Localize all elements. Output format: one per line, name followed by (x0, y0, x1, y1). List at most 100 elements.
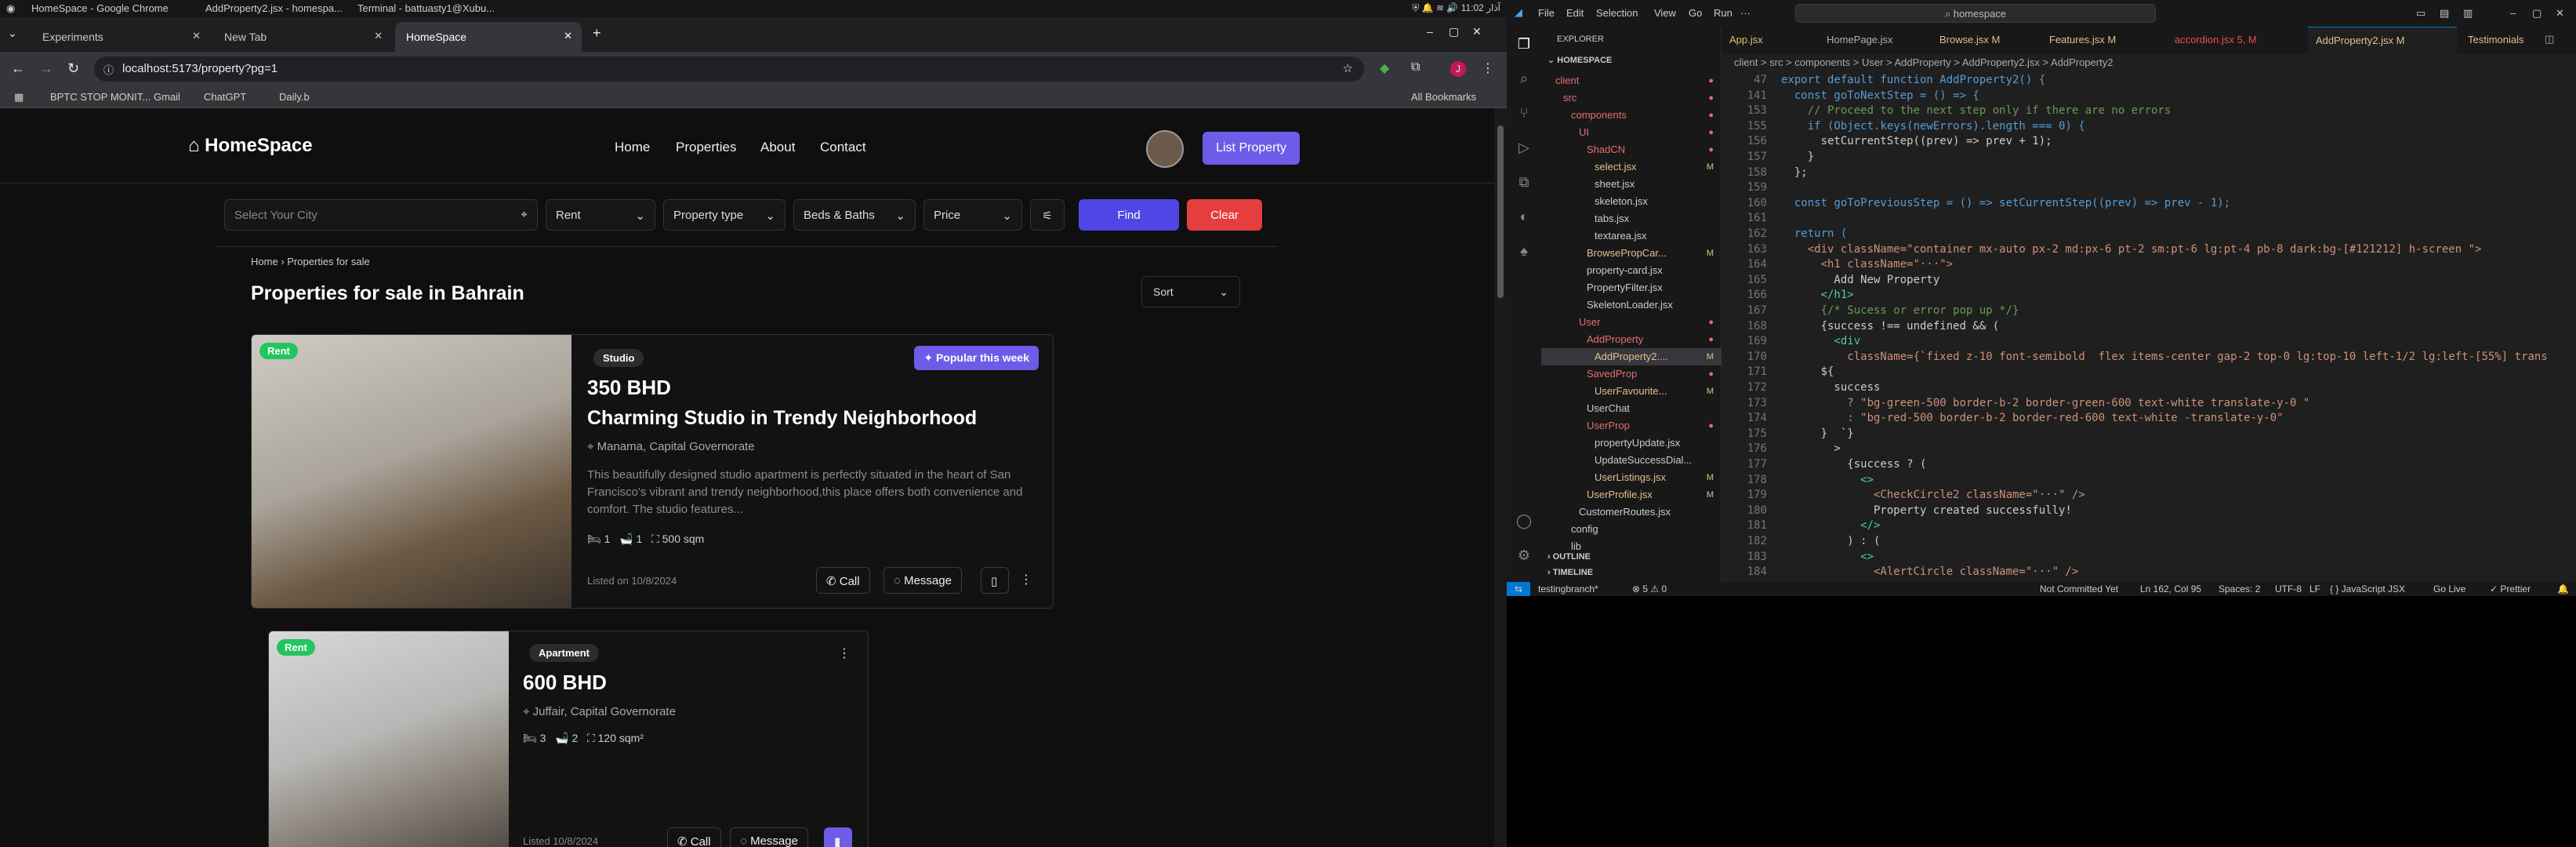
bookmark-button[interactable]: ▯ (981, 567, 1009, 594)
minimize-icon[interactable]: – (2510, 7, 2516, 19)
editor-tab[interactable]: HomePage.jsx (1819, 27, 1928, 53)
listing-title[interactable]: Charming Studio in Trendy Neighborhood (587, 407, 977, 430)
clock[interactable]: 11:02 آذار (1461, 2, 1500, 13)
layout-icon[interactable]: ▭ (2416, 7, 2425, 20)
forward-icon[interactable]: → (39, 60, 53, 77)
split-editor-icon[interactable]: ◫ (2545, 33, 2554, 45)
tree-item[interactable]: PropertyFilter.jsx (1541, 279, 1722, 296)
tab-search-icon[interactable]: ⌄ (8, 27, 17, 40)
message-button[interactable]: ◌ Message (730, 827, 808, 847)
new-tab-button[interactable]: + (593, 25, 601, 42)
run-debug-icon[interactable]: ▷ (1507, 140, 1541, 156)
tree-item[interactable]: CustomerRoutes.jsx (1541, 503, 1722, 521)
mongodb-icon[interactable]: ♠ (1507, 243, 1541, 260)
close-icon[interactable]: ✕ (374, 30, 383, 42)
profile-avatar[interactable]: J (1450, 61, 1466, 77)
close-icon[interactable]: ✕ (564, 30, 572, 42)
panel-icon[interactable]: ▤ (2440, 7, 2449, 20)
tree-item[interactable]: src ● (1541, 89, 1722, 107)
nav-properties[interactable]: Properties (676, 140, 736, 155)
command-center[interactable]: ⌕ homespace (1795, 4, 2156, 23)
tree-item[interactable]: property-card.jsx (1541, 262, 1722, 279)
tree-item[interactable]: sheet.jsx (1541, 176, 1722, 193)
call-button[interactable]: ✆ Call (816, 567, 870, 594)
cursor-position[interactable]: Ln 162, Col 95 (2140, 582, 2201, 596)
tree-item[interactable]: textarea.jsx (1541, 227, 1722, 245)
explorer-icon[interactable]: ❐ (1507, 36, 1541, 53)
kebab-menu-icon[interactable]: ⋮ (838, 645, 851, 661)
address-bar[interactable]: ⓘ localhost:5173/property?pg=1 ☆ (94, 56, 1364, 82)
maximize-icon[interactable]: ▢ (2532, 7, 2542, 20)
task-chrome[interactable]: HomeSpace - Google Chrome (31, 2, 188, 14)
menu-run[interactable]: Run (1714, 7, 1732, 19)
tree-item[interactable]: UpdateSuccessDial... (1541, 452, 1722, 469)
window-close-icon[interactable]: ✕ (1472, 25, 1482, 38)
reload-icon[interactable]: ↻ (67, 60, 79, 77)
property-card[interactable]: Rent Studio ✦ Popular this week 350 BHD … (251, 334, 1054, 609)
tree-item[interactable]: BrowsePropCar... M (1541, 245, 1722, 262)
property-type-select[interactable]: Property type ⌄ (663, 199, 785, 231)
volume-icon[interactable]: 🔊 (1446, 2, 1458, 13)
beds-baths-select[interactable]: Beds & Baths ⌄ (793, 199, 916, 231)
menu-view[interactable]: View (1654, 7, 1676, 19)
bookmark-button[interactable]: ▮ (824, 827, 852, 847)
editor-tab[interactable]: App.jsx (1722, 27, 1816, 53)
prettier[interactable]: ✓ Prettier (2490, 582, 2531, 596)
editor-tab[interactable]: Features.jsx M (2041, 27, 2164, 53)
search-icon[interactable]: ⌕ (1507, 71, 1541, 87)
nav-home[interactable]: Home (615, 140, 650, 155)
tree-item[interactable]: config (1541, 521, 1722, 538)
tree-item[interactable]: tabs.jsx (1541, 210, 1722, 227)
menu-selection[interactable]: Selection (1596, 7, 1638, 19)
find-button[interactable]: Find (1079, 199, 1179, 231)
tree-item[interactable]: SkeletonLoader.jsx (1541, 296, 1722, 314)
scrollbar-thumb[interactable] (1497, 125, 1504, 298)
minimize-icon[interactable]: – (1427, 25, 1433, 38)
branch-indicator[interactable]: testingbranch* (1538, 582, 1598, 596)
tree-item[interactable]: skeleton.jsx (1541, 193, 1722, 210)
tree-item[interactable]: UI ● (1541, 124, 1722, 141)
maximize-icon[interactable]: ▢ (1449, 25, 1459, 38)
breadcrumb-home[interactable]: Home (251, 256, 278, 267)
bookmark-bptc[interactable]: BPTC STOP MONIT... (50, 91, 151, 103)
tree-item[interactable]: propertyUpdate.jsx (1541, 434, 1722, 452)
more-filters-button[interactable]: ⚟ (1030, 199, 1065, 231)
extension-icon[interactable]: ◆ (1380, 60, 1389, 76)
timeline-section[interactable]: › TIMELINE (1547, 568, 1593, 577)
clear-button[interactable]: Clear (1187, 199, 1262, 231)
account-icon[interactable]: ◯ (1507, 513, 1541, 529)
encoding[interactable]: UTF-8 (2275, 582, 2302, 596)
property-card[interactable]: Rent Apartment ⋮ 600 BHD ⌖ Juffair, Capi… (268, 631, 869, 847)
tree-item[interactable]: UserListings.jsx M (1541, 469, 1722, 486)
bookmark-gmail[interactable]: Gmail (154, 91, 180, 103)
tree-item[interactable]: UserProfile.jsx M (1541, 486, 1722, 503)
price-select[interactable]: Price ⌄ (923, 199, 1022, 231)
more-menu-icon[interactable]: ··· (1740, 7, 1751, 19)
editor-breadcrumb[interactable]: client > src > components > User > AddPr… (1722, 53, 2576, 71)
tree-item[interactable]: AddProperty2.... M (1541, 348, 1722, 365)
sidebar-icon[interactable]: ▥ (2463, 7, 2473, 20)
remote-icon[interactable]: ◐ (1507, 209, 1541, 225)
line-endings[interactable]: LF (2309, 582, 2320, 596)
site-logo[interactable]: ⌂ HomeSpace (188, 135, 313, 157)
notifications-bell-icon[interactable]: 🔔 (2557, 582, 2569, 596)
message-button[interactable]: ◌ Message (883, 567, 962, 594)
tree-item[interactable]: User ● (1541, 314, 1722, 331)
tree-item[interactable]: UserProp ● (1541, 417, 1722, 434)
menu-file[interactable]: File (1538, 7, 1555, 19)
outline-section[interactable]: › OUTLINE (1547, 552, 1591, 562)
menu-icon[interactable]: ◉ (6, 2, 24, 15)
source-control-icon[interactable]: ⑂ (1507, 105, 1541, 122)
call-button[interactable]: ✆ Call (667, 827, 721, 847)
property-photo[interactable] (252, 335, 571, 608)
sort-select[interactable]: Sort ⌄ (1141, 276, 1240, 307)
workspace-root[interactable]: ⌄ HOMESPACE (1547, 55, 1612, 65)
bell-icon[interactable]: 🔔 (1422, 2, 1434, 13)
city-search-input[interactable]: Select Your City ⌖ (224, 199, 538, 231)
bookmark-daily[interactable]: Daily.b (279, 91, 310, 103)
task-terminal[interactable]: Terminal - battuasty1@Xubu... (357, 2, 514, 14)
commit-status[interactable]: Not Committed Yet (2040, 582, 2118, 596)
apps-icon[interactable]: ▦ (14, 91, 24, 104)
page-scrollbar[interactable] (1494, 108, 1507, 847)
nav-about[interactable]: About (760, 140, 795, 155)
